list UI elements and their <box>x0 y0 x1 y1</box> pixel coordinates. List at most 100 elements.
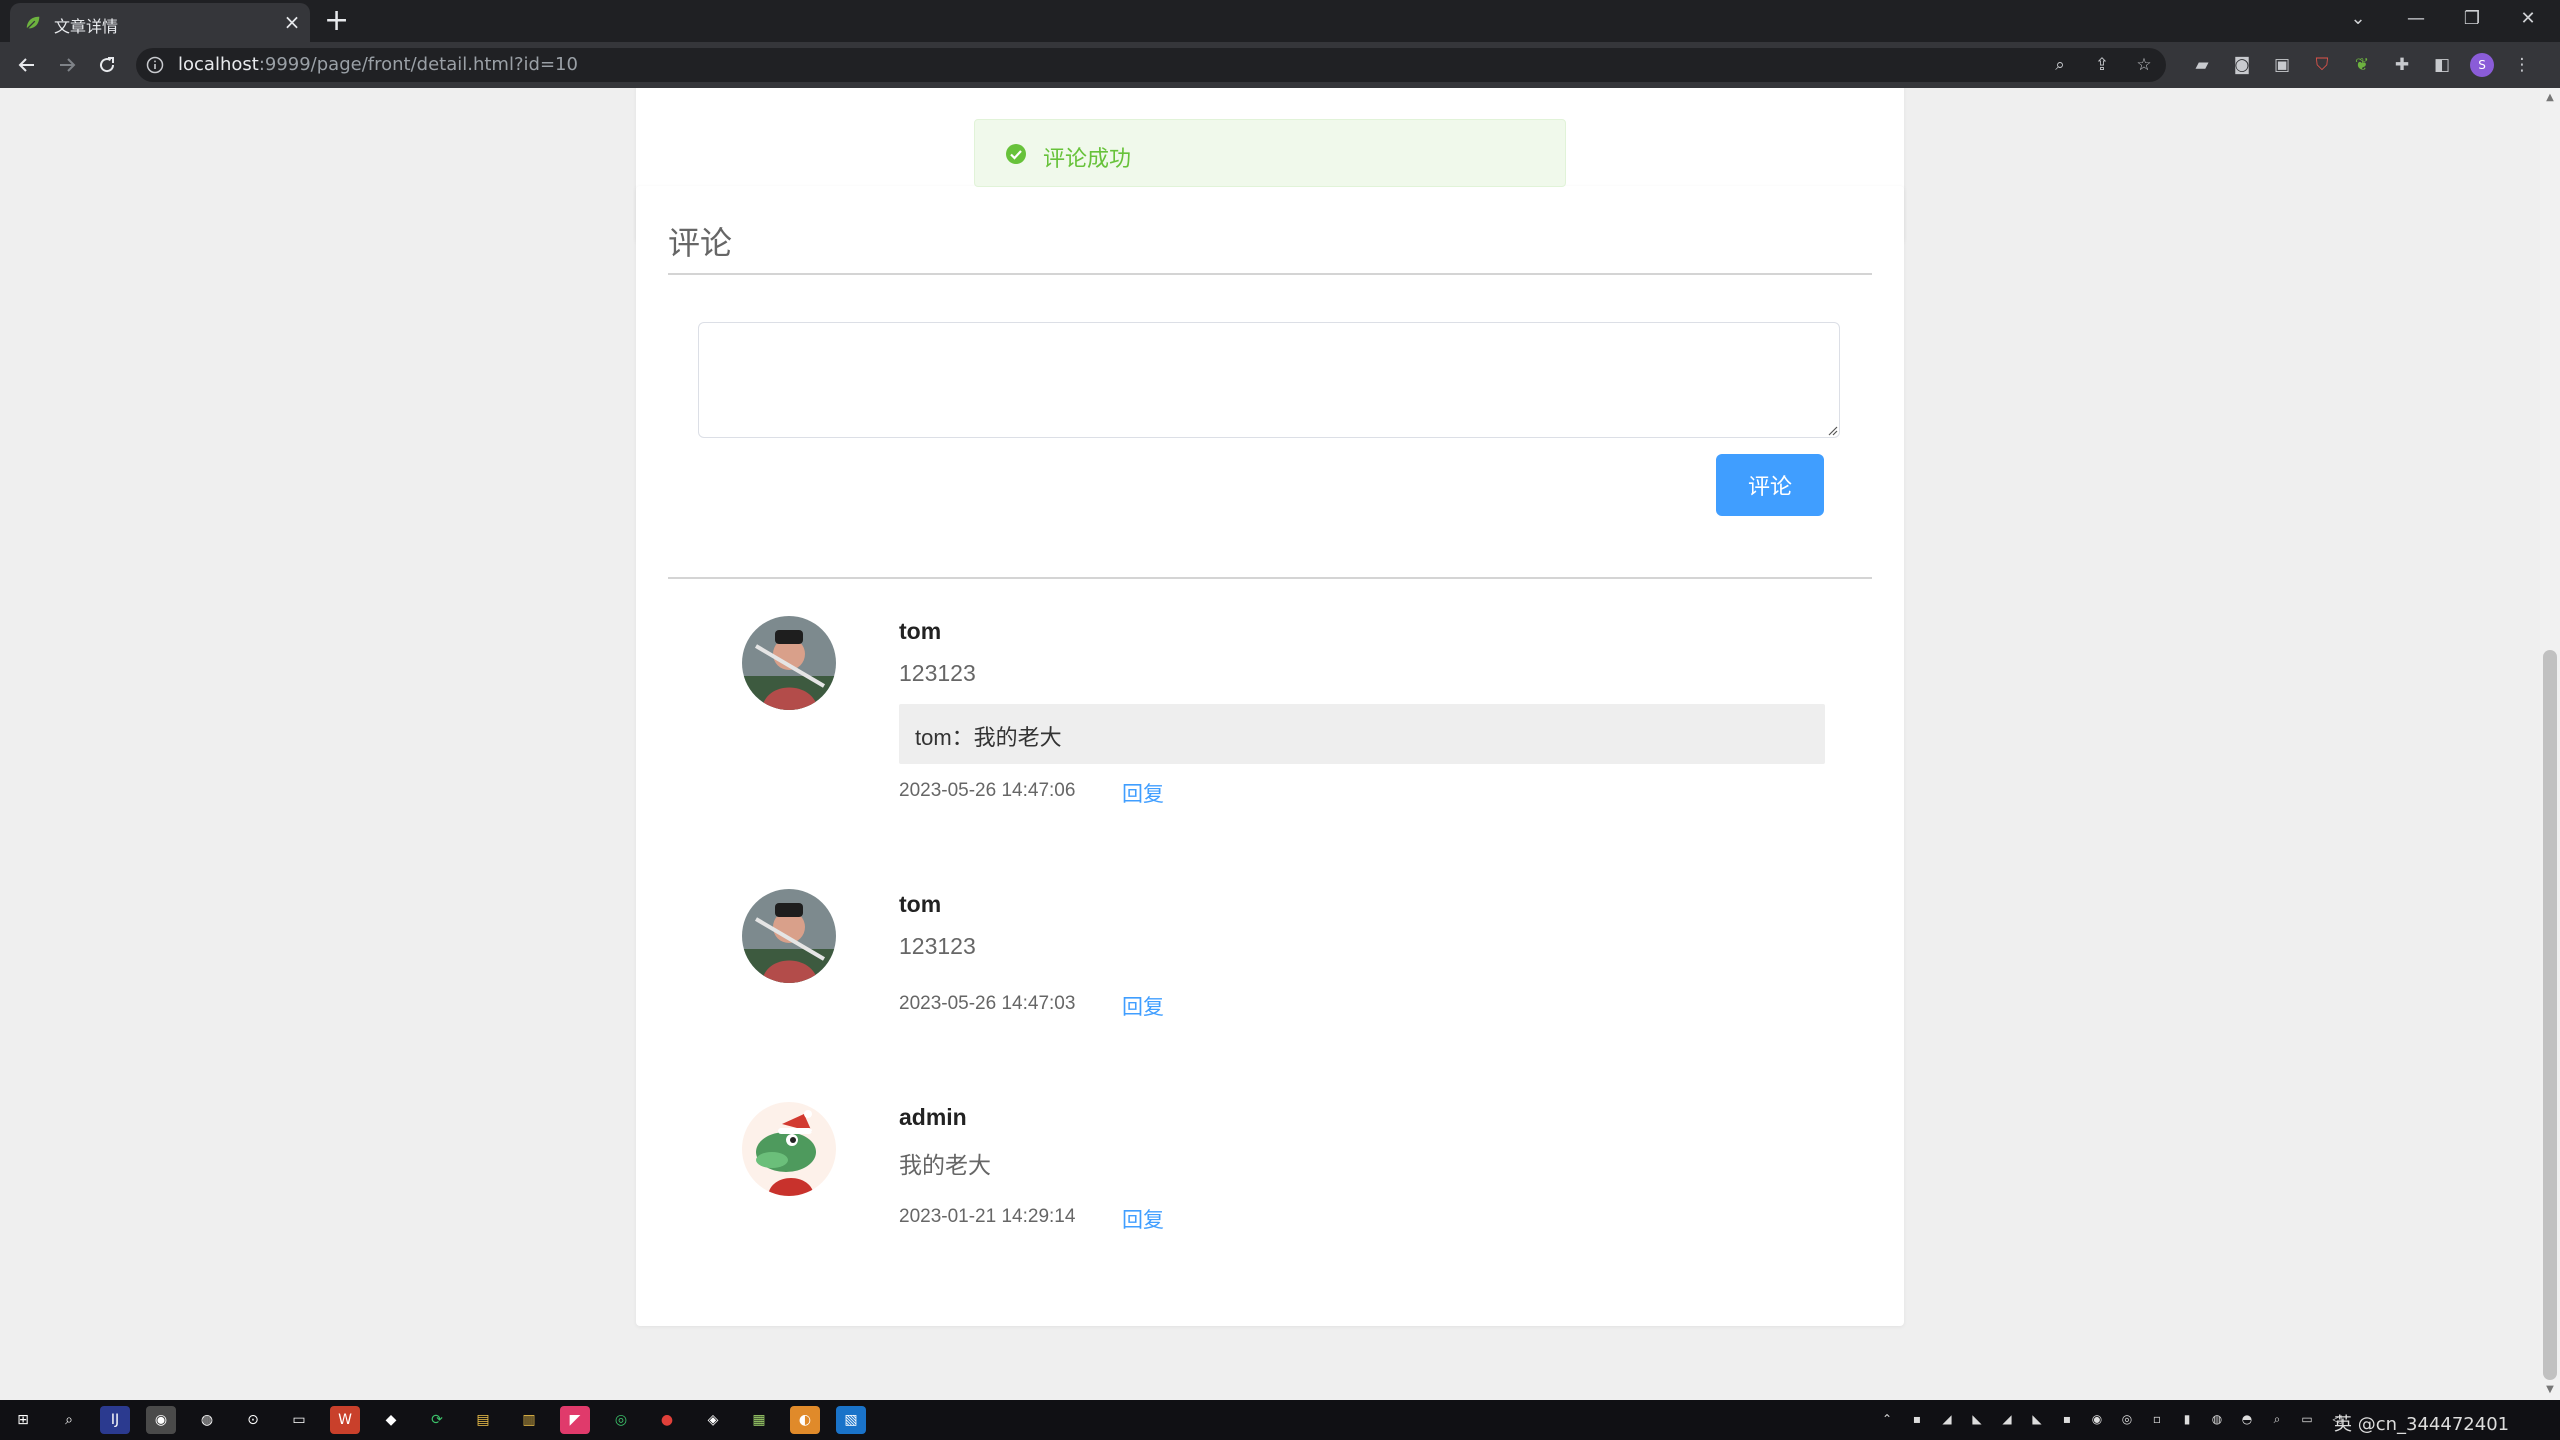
microphone-icon[interactable]: ▮ <box>2176 1408 2198 1430</box>
tray-qq-icon[interactable]: ◣ <box>1966 1408 1988 1430</box>
tray-record-icon[interactable]: ◍ <box>2206 1408 2228 1430</box>
bookmark-star-icon[interactable]: ☆ <box>2132 53 2156 77</box>
divider <box>668 273 1872 275</box>
search-icon[interactable]: ⌕ <box>54 1406 84 1434</box>
more-menu-icon[interactable]: ⋮ <box>2510 53 2534 77</box>
back-button[interactable] <box>10 48 44 82</box>
submit-comment-button[interactable]: 评论 <box>1716 454 1824 516</box>
extension-image-icon[interactable]: ▣ <box>2270 53 2294 77</box>
tab-title: 文章详情 <box>54 17 119 36</box>
comment-time: 2023-05-26 14:47:06 <box>899 780 1076 801</box>
comment-content: 123123 <box>899 660 976 686</box>
new-tab-button[interactable]: + <box>324 4 349 38</box>
scrollbar-thumb[interactable] <box>2543 650 2557 1380</box>
wechat-icon[interactable]: ◎ <box>606 1406 636 1434</box>
taskbar-apps: ⊞ ⌕ IJ ◉ ◍ ⊙ ▭ W ◆ ⟳ ▤ ▥ ◤ ◎ ● ◈ ▦ ◐ ▧ <box>8 1406 866 1434</box>
divider <box>668 577 1872 579</box>
extension-camera-icon[interactable]: ◙ <box>2230 53 2254 77</box>
recorder-icon[interactable]: ⊙ <box>238 1406 268 1434</box>
comment-card: 评论 评论 tom 123123 tom：我的老大 2023-05-26 14:… <box>636 186 1904 1326</box>
comment-time: 2023-01-21 14:29:14 <box>899 1206 1076 1227</box>
comment-item: tom 123123 tom：我的老大 2023-05-26 14:47:06 … <box>636 616 1904 816</box>
crocodile-avatar <box>742 1102 836 1196</box>
comment-input[interactable] <box>698 322 1840 438</box>
share-icon[interactable]: ⇪ <box>2090 53 2114 77</box>
sync-icon[interactable]: ⟳ <box>422 1406 452 1434</box>
network-icon[interactable]: ▭ <box>2296 1408 2318 1430</box>
address-bar[interactable]: localhost:9999/page/front/detail.html?id… <box>136 48 2166 82</box>
tab-close-icon[interactable]: × <box>280 10 304 34</box>
tray-qq-icon[interactable]: ◢ <box>1936 1408 1958 1430</box>
app-pink-icon[interactable]: ◤ <box>560 1406 590 1434</box>
photo-avatar <box>742 616 836 710</box>
reload-icon <box>100 57 115 73</box>
browser-tab-active[interactable]: 文章详情 × <box>10 3 310 42</box>
folder-icon[interactable]: ▤ <box>468 1406 498 1434</box>
success-toast: 评论成功 <box>974 119 1566 187</box>
network-icon[interactable]: ◈ <box>698 1406 728 1434</box>
url-text: localhost:9999/page/front/detail.html?id… <box>178 54 578 75</box>
browser-icon[interactable]: ◍ <box>192 1406 222 1434</box>
reply-quote: tom：我的老大 <box>899 704 1825 764</box>
browser-toolbar: localhost:9999/page/front/detail.html?id… <box>0 42 2560 88</box>
explorer-icon[interactable]: ▥ <box>514 1406 544 1434</box>
os-taskbar: ⊞ ⌕ IJ ◉ ◍ ⊙ ▭ W ◆ ⟳ ▤ ▥ ◤ ◎ ● ◈ ▦ ◐ ▧ ⌃… <box>0 1400 2560 1440</box>
toast-message: 评论成功 <box>1043 147 1132 172</box>
ide-icon[interactable]: IJ <box>100 1406 130 1434</box>
tray-expand-icon[interactable]: ⌃ <box>1876 1408 1898 1430</box>
side-panel-icon[interactable]: ◧ <box>2430 53 2454 77</box>
scroll-down-icon[interactable]: ▼ <box>2543 1384 2557 1395</box>
url-path: :9999/page/front/detail.html?id=10 <box>258 54 578 75</box>
app-blue-icon[interactable]: ▧ <box>836 1406 866 1434</box>
page-viewport: 评论 评论 tom 123123 tom：我的老大 2023-05-26 14:… <box>0 88 2560 1400</box>
monitor-icon[interactable]: ▭ <box>284 1406 314 1434</box>
scroll-up-icon[interactable]: ▲ <box>2543 92 2557 103</box>
url-host: localhost <box>178 54 259 75</box>
system-tray: ⌃ ▪ ◢ ◣ ◢ ◣ ▪ ◉ ◎ ▫ ▮ ◍ ◓ ⌕ ▭ ◁ <box>1876 1408 2348 1430</box>
office-icon[interactable]: W <box>330 1406 360 1434</box>
restore-button[interactable]: ❐ <box>2452 5 2492 33</box>
omnibox-actions: ⌕ ⇪ ☆ <box>2048 53 2156 77</box>
tray-wechat-icon[interactable]: ◎ <box>2116 1408 2138 1430</box>
tray-app-icon[interactable]: ▫ <box>2146 1408 2168 1430</box>
browser-tab-strip: 文章详情 × + ⌄ — ❐ ✕ <box>0 0 2560 42</box>
tray-app-icon[interactable]: ▪ <box>2056 1408 2078 1430</box>
windows-start-icon[interactable]: ⊞ <box>8 1406 38 1434</box>
check-circle-icon <box>1006 144 1026 164</box>
tray-search-icon[interactable]: ⌕ <box>2266 1408 2288 1430</box>
record-icon[interactable]: ● <box>652 1406 682 1434</box>
extensions-puzzle-icon[interactable]: ✚ <box>2390 53 2414 77</box>
tab-search-icon[interactable]: ⌄ <box>2338 5 2378 33</box>
comment-content: 我的老大 <box>899 1152 991 1178</box>
tray-app-icon[interactable]: ◓ <box>2236 1408 2258 1430</box>
extension-shield-icon[interactable]: ⛉ <box>2310 53 2334 77</box>
notepad-icon[interactable]: ▦ <box>744 1406 774 1434</box>
forward-button[interactable] <box>50 48 84 82</box>
chrome-icon[interactable]: ◉ <box>146 1406 176 1434</box>
comment-content: 123123 <box>899 933 976 959</box>
extension-chat-icon[interactable]: ▰ <box>2190 53 2214 77</box>
close-window-button[interactable]: ✕ <box>2508 5 2548 33</box>
minimize-button[interactable]: — <box>2396 5 2436 33</box>
zoom-icon[interactable]: ⌕ <box>2048 53 2072 77</box>
reply-link[interactable]: 回复 <box>1122 778 1164 808</box>
comment-author: tom <box>899 618 942 644</box>
resize-grip-icon[interactable] <box>1826 424 1838 436</box>
reply-link[interactable]: 回复 <box>1122 991 1164 1021</box>
tray-app-icon[interactable]: ▪ <box>1906 1408 1928 1430</box>
tray-qq-icon[interactable]: ◢ <box>1996 1408 2018 1430</box>
tray-app-icon[interactable]: ◉ <box>2086 1408 2108 1430</box>
extension-leaf-icon[interactable]: ❦ <box>2350 53 2374 77</box>
leaf-icon <box>26 16 40 29</box>
reply-link[interactable]: 回复 <box>1122 1204 1164 1234</box>
reload-button[interactable] <box>90 48 124 82</box>
info-icon[interactable] <box>146 56 164 74</box>
comment-item: tom 123123 2023-05-26 14:47:03 回复 <box>636 889 1904 1029</box>
profile-avatar[interactable]: S <box>2470 53 2494 77</box>
photo-avatar <box>742 889 836 983</box>
tool-icon[interactable]: ◆ <box>376 1406 406 1434</box>
reply-quote-text: tom：我的老大 <box>915 725 1062 750</box>
app-orange-icon[interactable]: ◐ <box>790 1406 820 1434</box>
tray-qq-icon[interactable]: ◣ <box>2026 1408 2048 1430</box>
comment-author: tom <box>899 891 942 917</box>
